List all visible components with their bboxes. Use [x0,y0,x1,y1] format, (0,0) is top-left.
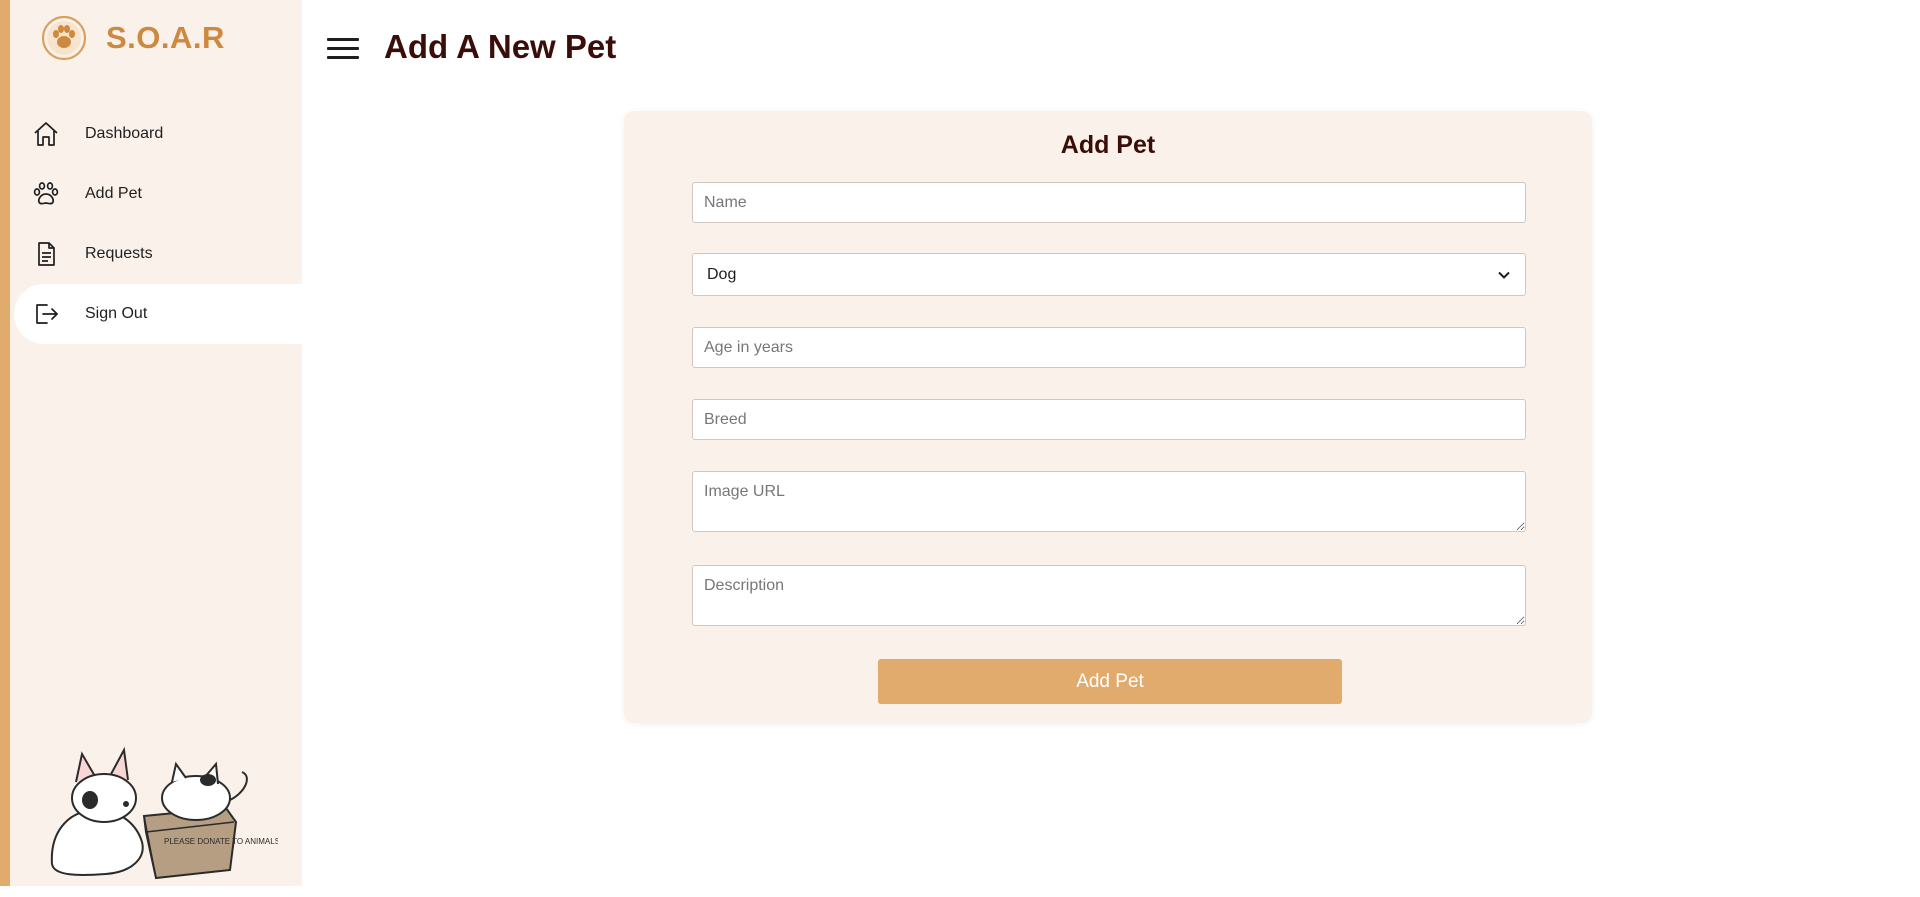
brand[interactable]: S.O.A.R [40,14,225,62]
description-textarea[interactable] [692,565,1526,626]
sidebar-item-label: Requests [85,245,153,262]
pet-type-select[interactable]: Dog [692,253,1526,296]
age-input[interactable] [692,327,1526,368]
illustration-box-text: PLEASE DONATE TO ANIMALS [164,837,278,846]
sign-out-icon [31,299,61,329]
form-title: Add Pet [1060,131,1156,159]
sidebar-nav: Dashboard Add Pet Requests Sign Out [10,104,302,344]
sidebar-item-requests[interactable]: Requests [10,224,302,284]
sidebar: S.O.A.R Dashboard Add Pet Requests Sign … [0,0,302,886]
breed-input[interactable] [692,399,1526,440]
sidebar-item-label: Dashboard [85,125,164,142]
sidebar-item-label: Add Pet [85,185,142,202]
name-input[interactable] [692,182,1526,223]
pet-type-value: Dog [707,265,737,283]
home-icon [31,119,61,149]
sidebar-item-sign-out[interactable]: Sign Out [14,284,302,344]
sidebar-item-dashboard[interactable]: Dashboard [10,104,302,164]
add-pet-form-card: Add Pet Dog Add Pet [624,111,1592,723]
paw-heart-logo-icon [41,15,87,61]
sidebar-item-label: Sign Out [85,305,148,322]
document-icon [31,239,61,269]
sidebar-item-add-pet[interactable]: Add Pet [10,164,302,224]
page-title: Add A New Pet [384,28,617,65]
image-url-textarea[interactable] [692,471,1526,532]
pets-donation-illustration: PLEASE DONATE TO ANIMALS [50,746,278,880]
paw-icon [31,179,61,209]
chevron-down-icon [1498,271,1510,279]
add-pet-submit-button[interactable]: Add Pet [878,659,1342,704]
brand-name: S.O.A.R [106,20,225,55]
hamburger-menu-icon[interactable] [327,38,359,64]
